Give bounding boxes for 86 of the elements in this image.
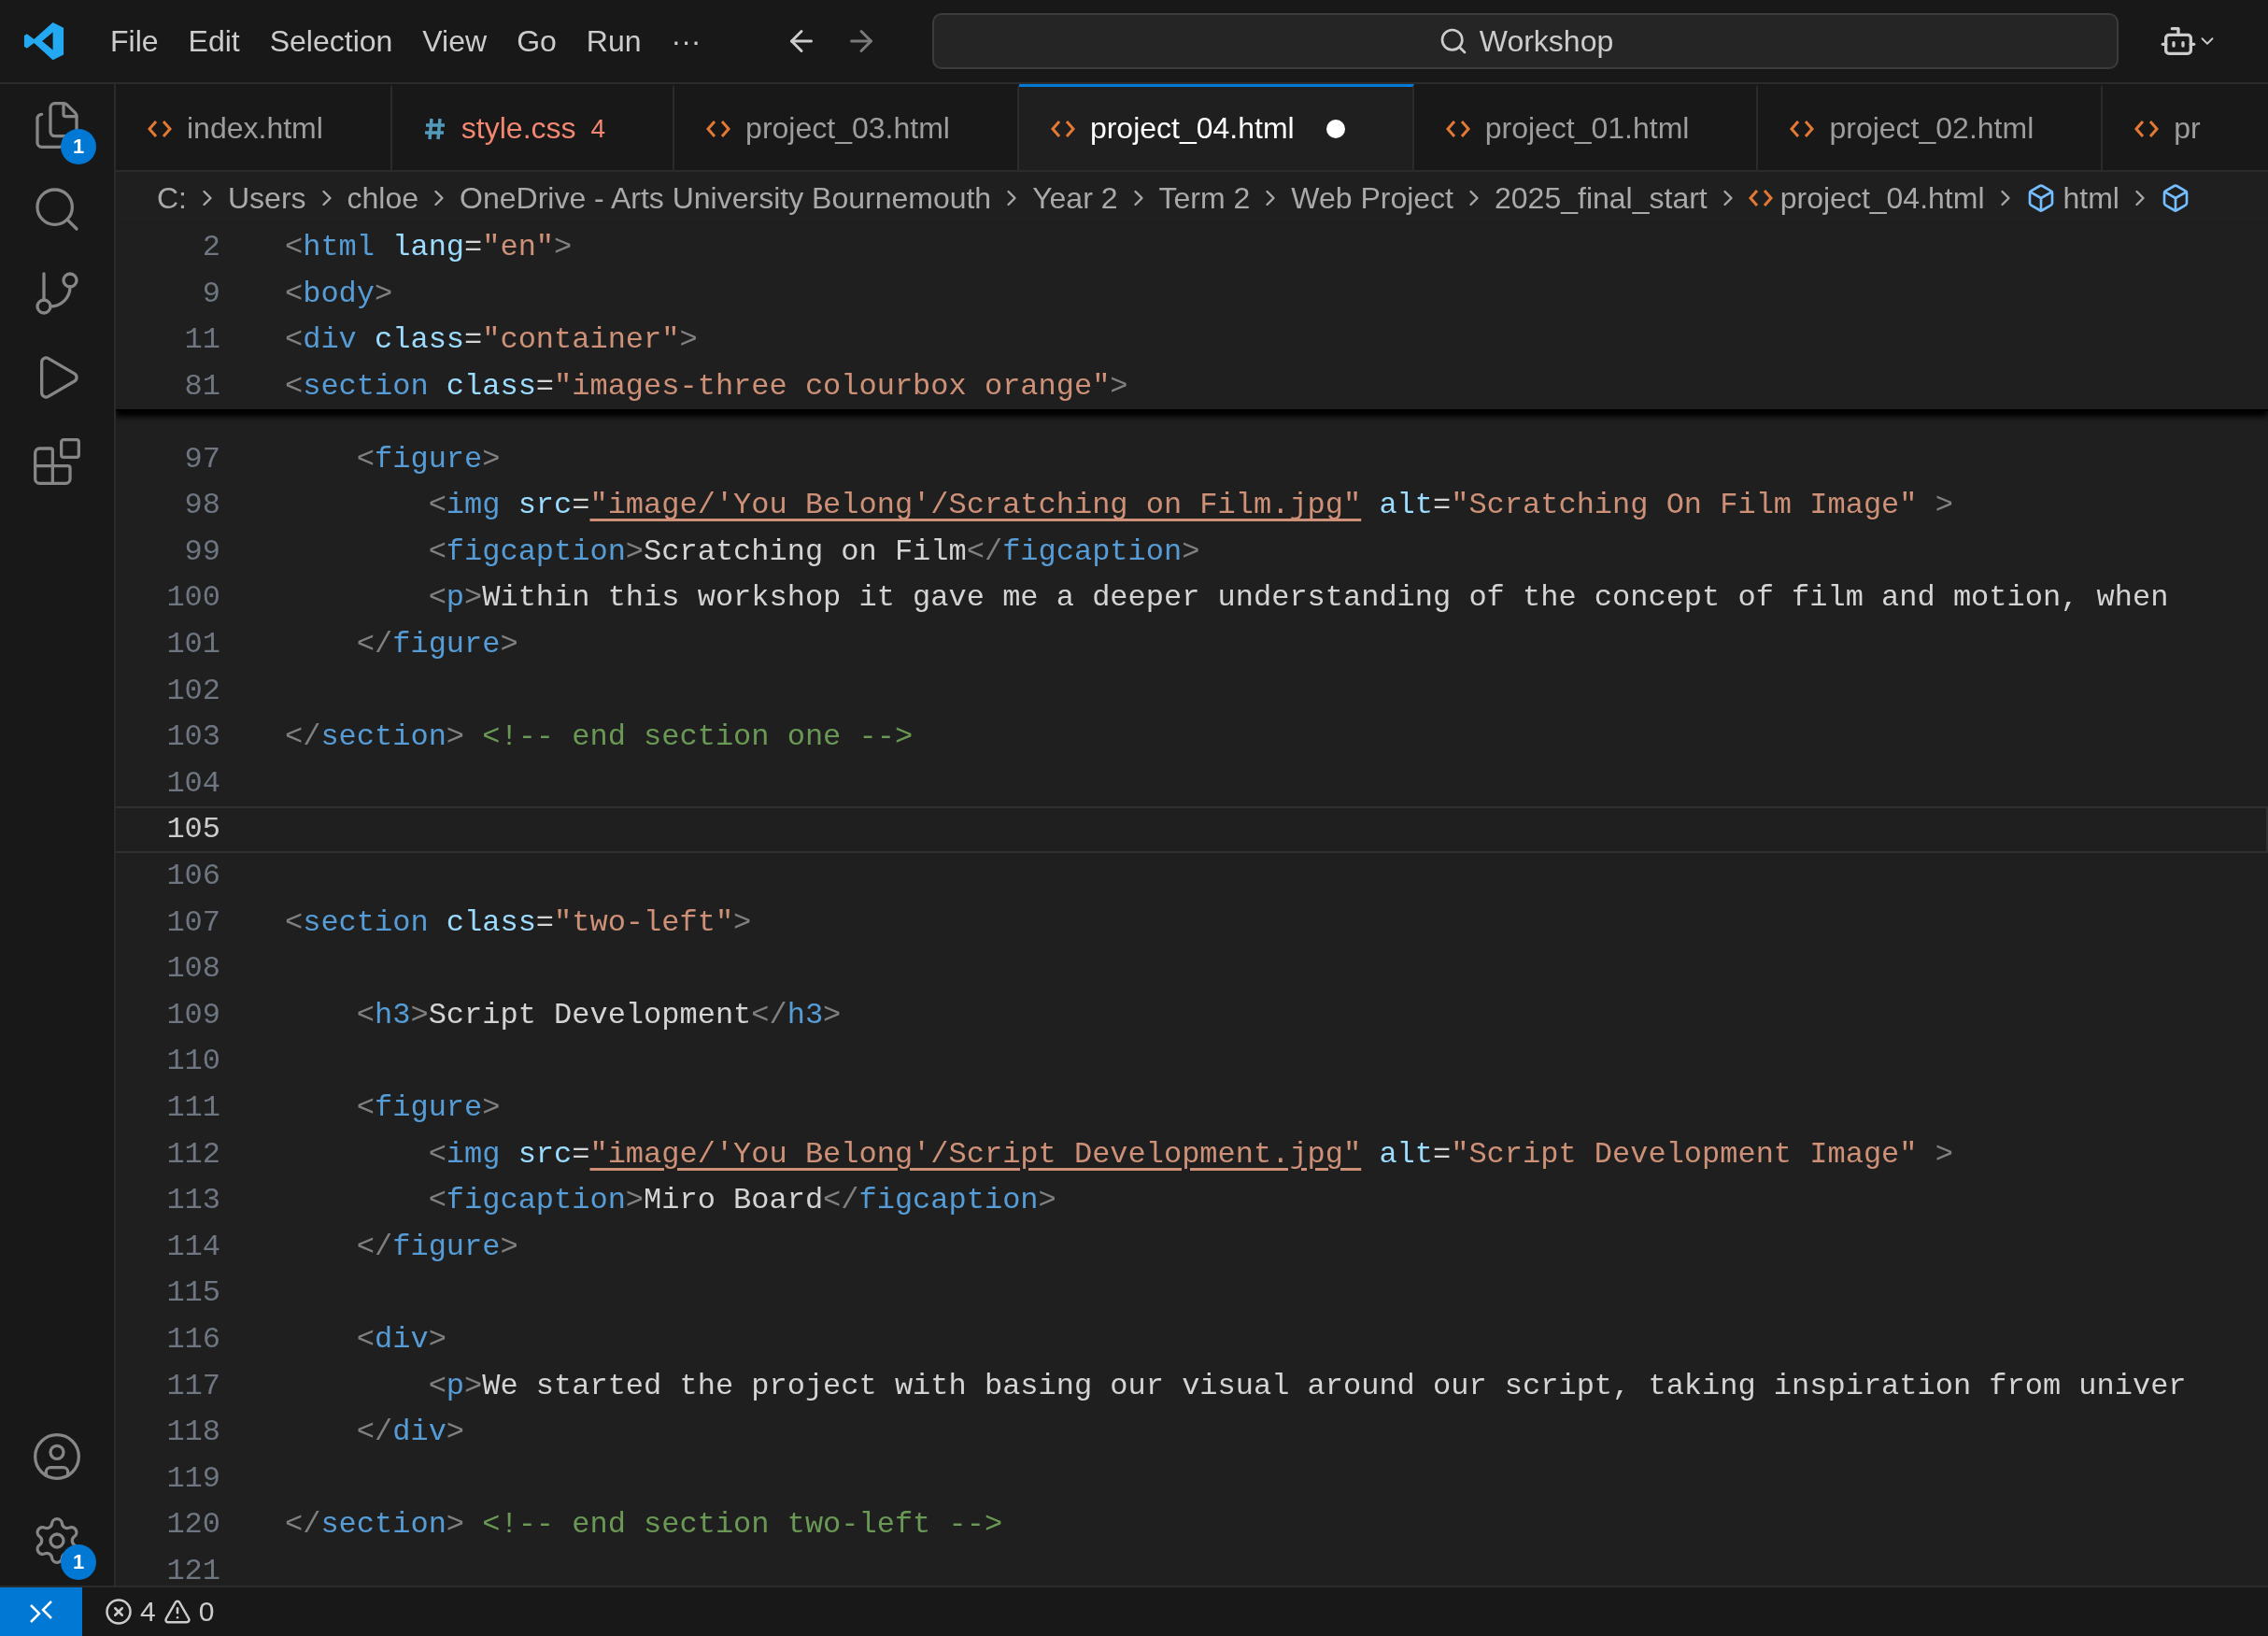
hash-icon [423, 116, 447, 141]
line-number: 116 [165, 1321, 220, 1357]
code-line: <div> [355, 1321, 447, 1357]
line-number: 2 [201, 230, 220, 265]
code-line: <figure> [355, 441, 501, 477]
line-number: 114 [165, 1229, 220, 1264]
line-number: 113 [165, 1183, 220, 1218]
code-line: <figcaption>Scratching on Film</figcaption> [427, 533, 1200, 569]
line-number: 100 [165, 580, 220, 616]
line-number: 81 [183, 369, 220, 405]
error-icon [105, 1598, 133, 1626]
line-number: 9 [201, 276, 220, 311]
line-number: 103 [165, 719, 220, 755]
menu-item[interactable]: Edit [177, 23, 251, 59]
line-number: 101 [165, 627, 220, 662]
code-brackets-icon [1790, 118, 1815, 139]
code-line: <section class="two-left"> [285, 904, 752, 940]
logo-icon [22, 20, 65, 63]
menu-item[interactable]: Selection [258, 23, 404, 59]
line-number: 120 [165, 1507, 220, 1543]
breadcrumb-item[interactable]: Term 2 [1158, 180, 1251, 216]
code-line: </div> [355, 1415, 465, 1450]
breadcrumb-item[interactable]: 2025_final_start [1495, 180, 1708, 216]
line-number: 112 [165, 1136, 220, 1172]
breadcrumb-item[interactable]: Year 2 [1032, 180, 1118, 216]
count-badge: 1 [61, 1544, 96, 1580]
count-badge: 1 [61, 129, 96, 164]
code-line: <img src="image/'You Belong'/Script Development.jpg" alt="Script Development Image" > [427, 1136, 1953, 1172]
line-number: 104 [165, 765, 220, 801]
code-brackets-icon [1445, 118, 1470, 139]
line-number: 111 [165, 1090, 220, 1125]
error-count[interactable]: 4 [140, 1596, 156, 1628]
line-number: 102 [165, 673, 220, 708]
line-number: 98 [183, 488, 220, 523]
line-number: 118 [165, 1415, 220, 1450]
code-line: </section> <!-- end section one --> [285, 719, 914, 755]
code-line: </figure> [355, 627, 518, 662]
code-line: <div class="container"> [285, 322, 698, 358]
menu-item[interactable]: File [99, 23, 170, 59]
line-number: 121 [165, 1553, 220, 1586]
warning-icon [163, 1598, 191, 1626]
code-brackets-icon [1050, 118, 1075, 139]
line-number: 115 [165, 1275, 220, 1311]
remote-button[interactable] [0, 1587, 82, 1636]
code-brackets-icon [148, 118, 172, 139]
code-line: <h3>Script Development</h3> [355, 997, 842, 1032]
code-line: </figure> [355, 1229, 518, 1264]
code-line: <figcaption>Miro Board</figcaption> [427, 1183, 1056, 1218]
breadcrumb-item[interactable]: html [2062, 180, 2119, 216]
code-line: <p>We started the project with basing our visual around our script, taking inspiration from univer [427, 1368, 2187, 1403]
line-number: 108 [165, 951, 220, 987]
line-number: 107 [165, 904, 220, 940]
breadcrumb-item[interactable]: Web Project [1291, 180, 1453, 216]
breadcrumb-item[interactable]: chloe [347, 180, 419, 216]
search-field[interactable]: Workshop [932, 13, 2119, 69]
line-number: 97 [183, 441, 220, 477]
line-number: 109 [165, 997, 220, 1032]
editor-tab[interactable]: project_04.html [1018, 84, 1414, 170]
code-line: <figure> [355, 1090, 501, 1125]
account-icon[interactable] [31, 1430, 83, 1483]
breadcrumb-item[interactable]: OneDrive - Arts University Bournemouth [460, 180, 992, 216]
breadcrumb-item[interactable]: project_04.html [1779, 180, 1985, 216]
line-number: 99 [183, 533, 220, 569]
code-line: <img src="image/'You Belong'/Scratching on Film.jpg" alt="Scratching On Film Image" > [427, 488, 1953, 523]
breadcrumb-item[interactable]: C: [157, 180, 187, 216]
menu-item[interactable]: Go [505, 23, 568, 59]
code-brackets-icon [1748, 188, 1773, 208]
line-number: 105 [165, 812, 220, 847]
line-number: 119 [165, 1460, 220, 1496]
line-number: 117 [165, 1368, 220, 1403]
code-line: </section> <!-- end section two-left --> [285, 1507, 1003, 1543]
code-line: <html lang="en"> [285, 230, 573, 265]
extensions-icon[interactable] [31, 435, 83, 488]
code-brackets-icon [2134, 118, 2160, 139]
code-brackets-icon [706, 118, 731, 139]
menu-item[interactable]: ··· [659, 23, 713, 59]
code-line: <p>Within this workshop it gave me a deeper understanding of the concept of film and motion, when [427, 580, 2169, 616]
line-number: 11 [183, 322, 220, 358]
line-number: 110 [165, 1044, 220, 1079]
breadcrumb-item[interactable]: Users [228, 180, 306, 216]
line-number: 106 [165, 859, 220, 893]
menu-item[interactable]: Run [574, 23, 653, 59]
warning-count[interactable]: 0 [198, 1596, 215, 1628]
code-line: <section class="images-three colourbox orange"> [285, 369, 1128, 405]
menu-item[interactable]: View [411, 23, 499, 59]
code-line: <body> [285, 276, 393, 311]
